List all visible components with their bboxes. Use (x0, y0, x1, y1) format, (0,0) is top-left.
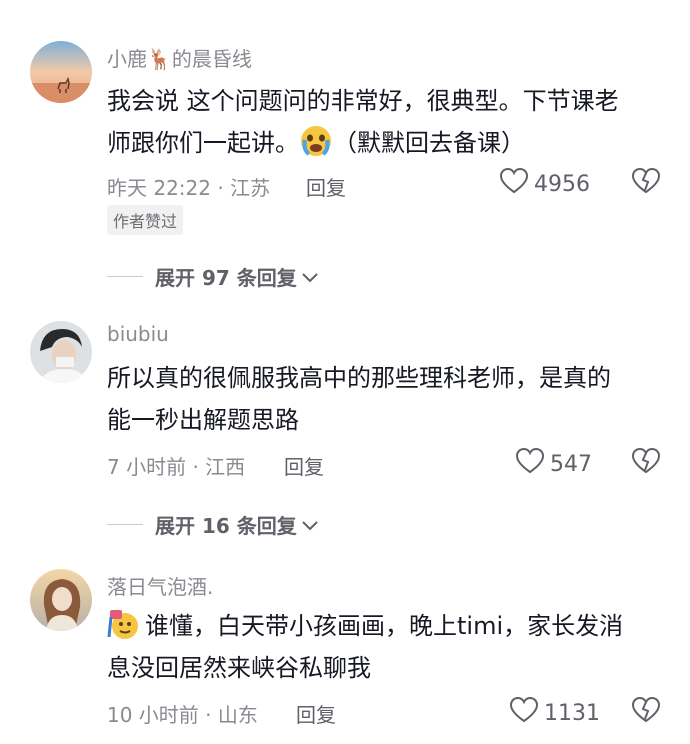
comment-text-line: 息没回居然来峡谷私聊我 (107, 654, 371, 682)
crying-emoji-icon (299, 124, 333, 158)
like-button[interactable]: 547 (515, 447, 592, 480)
comment-meta: 7 小时前 · 江西 (107, 455, 246, 479)
reply-button[interactable]: 回复 (296, 699, 336, 728)
expand-replies-button[interactable]: 展开 97 条回复 (107, 262, 319, 291)
broken-heart-icon (631, 696, 661, 727)
reply-button[interactable]: 回复 (284, 451, 324, 480)
comment-text-line: 师跟你们一起讲。 （默默回去备课） (107, 122, 667, 164)
chevron-down-icon (301, 513, 319, 537)
avatar[interactable] (30, 569, 92, 631)
like-button[interactable]: 1131 (509, 696, 600, 729)
dislike-button[interactable] (631, 447, 661, 478)
username[interactable]: 落日气泡酒. (107, 571, 213, 600)
divider-line (107, 276, 143, 277)
comment-text-segment: 谁懂，白天带小孩画画，晚上timi，家长发消 (145, 612, 624, 640)
broken-heart-icon (631, 167, 661, 198)
expand-replies-label: 展开 97 条回复 (155, 266, 297, 290)
username[interactable]: biubiu (107, 322, 169, 346)
comment-text-line: 能一秒出解题思路 (107, 406, 299, 434)
chevron-down-icon (301, 265, 319, 289)
avatar[interactable] (30, 321, 92, 383)
reply-button[interactable]: 回复 (306, 172, 346, 201)
comment-meta: 10 小时前 · 山东 (107, 703, 258, 727)
divider-line (107, 524, 143, 525)
comment-text-line: 所以真的很佩服我高中的那些理科老师，是真的 (107, 364, 611, 392)
comment-text-segment: （默默回去备课） (333, 129, 525, 157)
expand-replies-label: 展开 16 条回复 (155, 514, 297, 538)
broken-heart-icon (631, 447, 661, 478)
username[interactable]: 小鹿🦌的晨昏线 (107, 43, 252, 72)
avatar[interactable] (30, 41, 92, 103)
heart-outline-icon (515, 447, 550, 480)
heart-outline-icon (499, 167, 534, 200)
dislike-button[interactable] (631, 696, 661, 727)
heart-outline-icon (509, 696, 544, 729)
comment-text: 我会说 这个问题问的非常好，很典型。下节课老 师跟你们一起讲。 （默默回去备课） (107, 80, 667, 164)
like-count: 4956 (534, 171, 590, 197)
dislike-button[interactable] (631, 167, 661, 198)
comment-meta: 昨天 22:22 · 江苏 (107, 176, 271, 200)
like-button[interactable]: 4956 (499, 167, 590, 200)
comment-text-line: 我会说 这个问题问的非常好，很典型。下节课老 (107, 87, 619, 115)
expand-replies-button[interactable]: 展开 16 条回复 (107, 510, 319, 539)
like-count: 547 (550, 451, 592, 477)
author-liked-badge: 作者赞过 (107, 205, 184, 235)
comment-text: 谁懂，白天带小孩画画，晚上timi，家长发消 息没回居然来峡谷私聊我 (107, 605, 667, 689)
comment-text-line: 谁懂，白天带小孩画画，晚上timi，家长发消 (107, 605, 667, 647)
drawing-emoji-icon (107, 607, 141, 641)
comment-text-segment: 师跟你们一起讲。 (107, 129, 299, 157)
comment-text: 所以真的很佩服我高中的那些理科老师，是真的 能一秒出解题思路 (107, 357, 667, 441)
like-count: 1131 (544, 700, 600, 726)
